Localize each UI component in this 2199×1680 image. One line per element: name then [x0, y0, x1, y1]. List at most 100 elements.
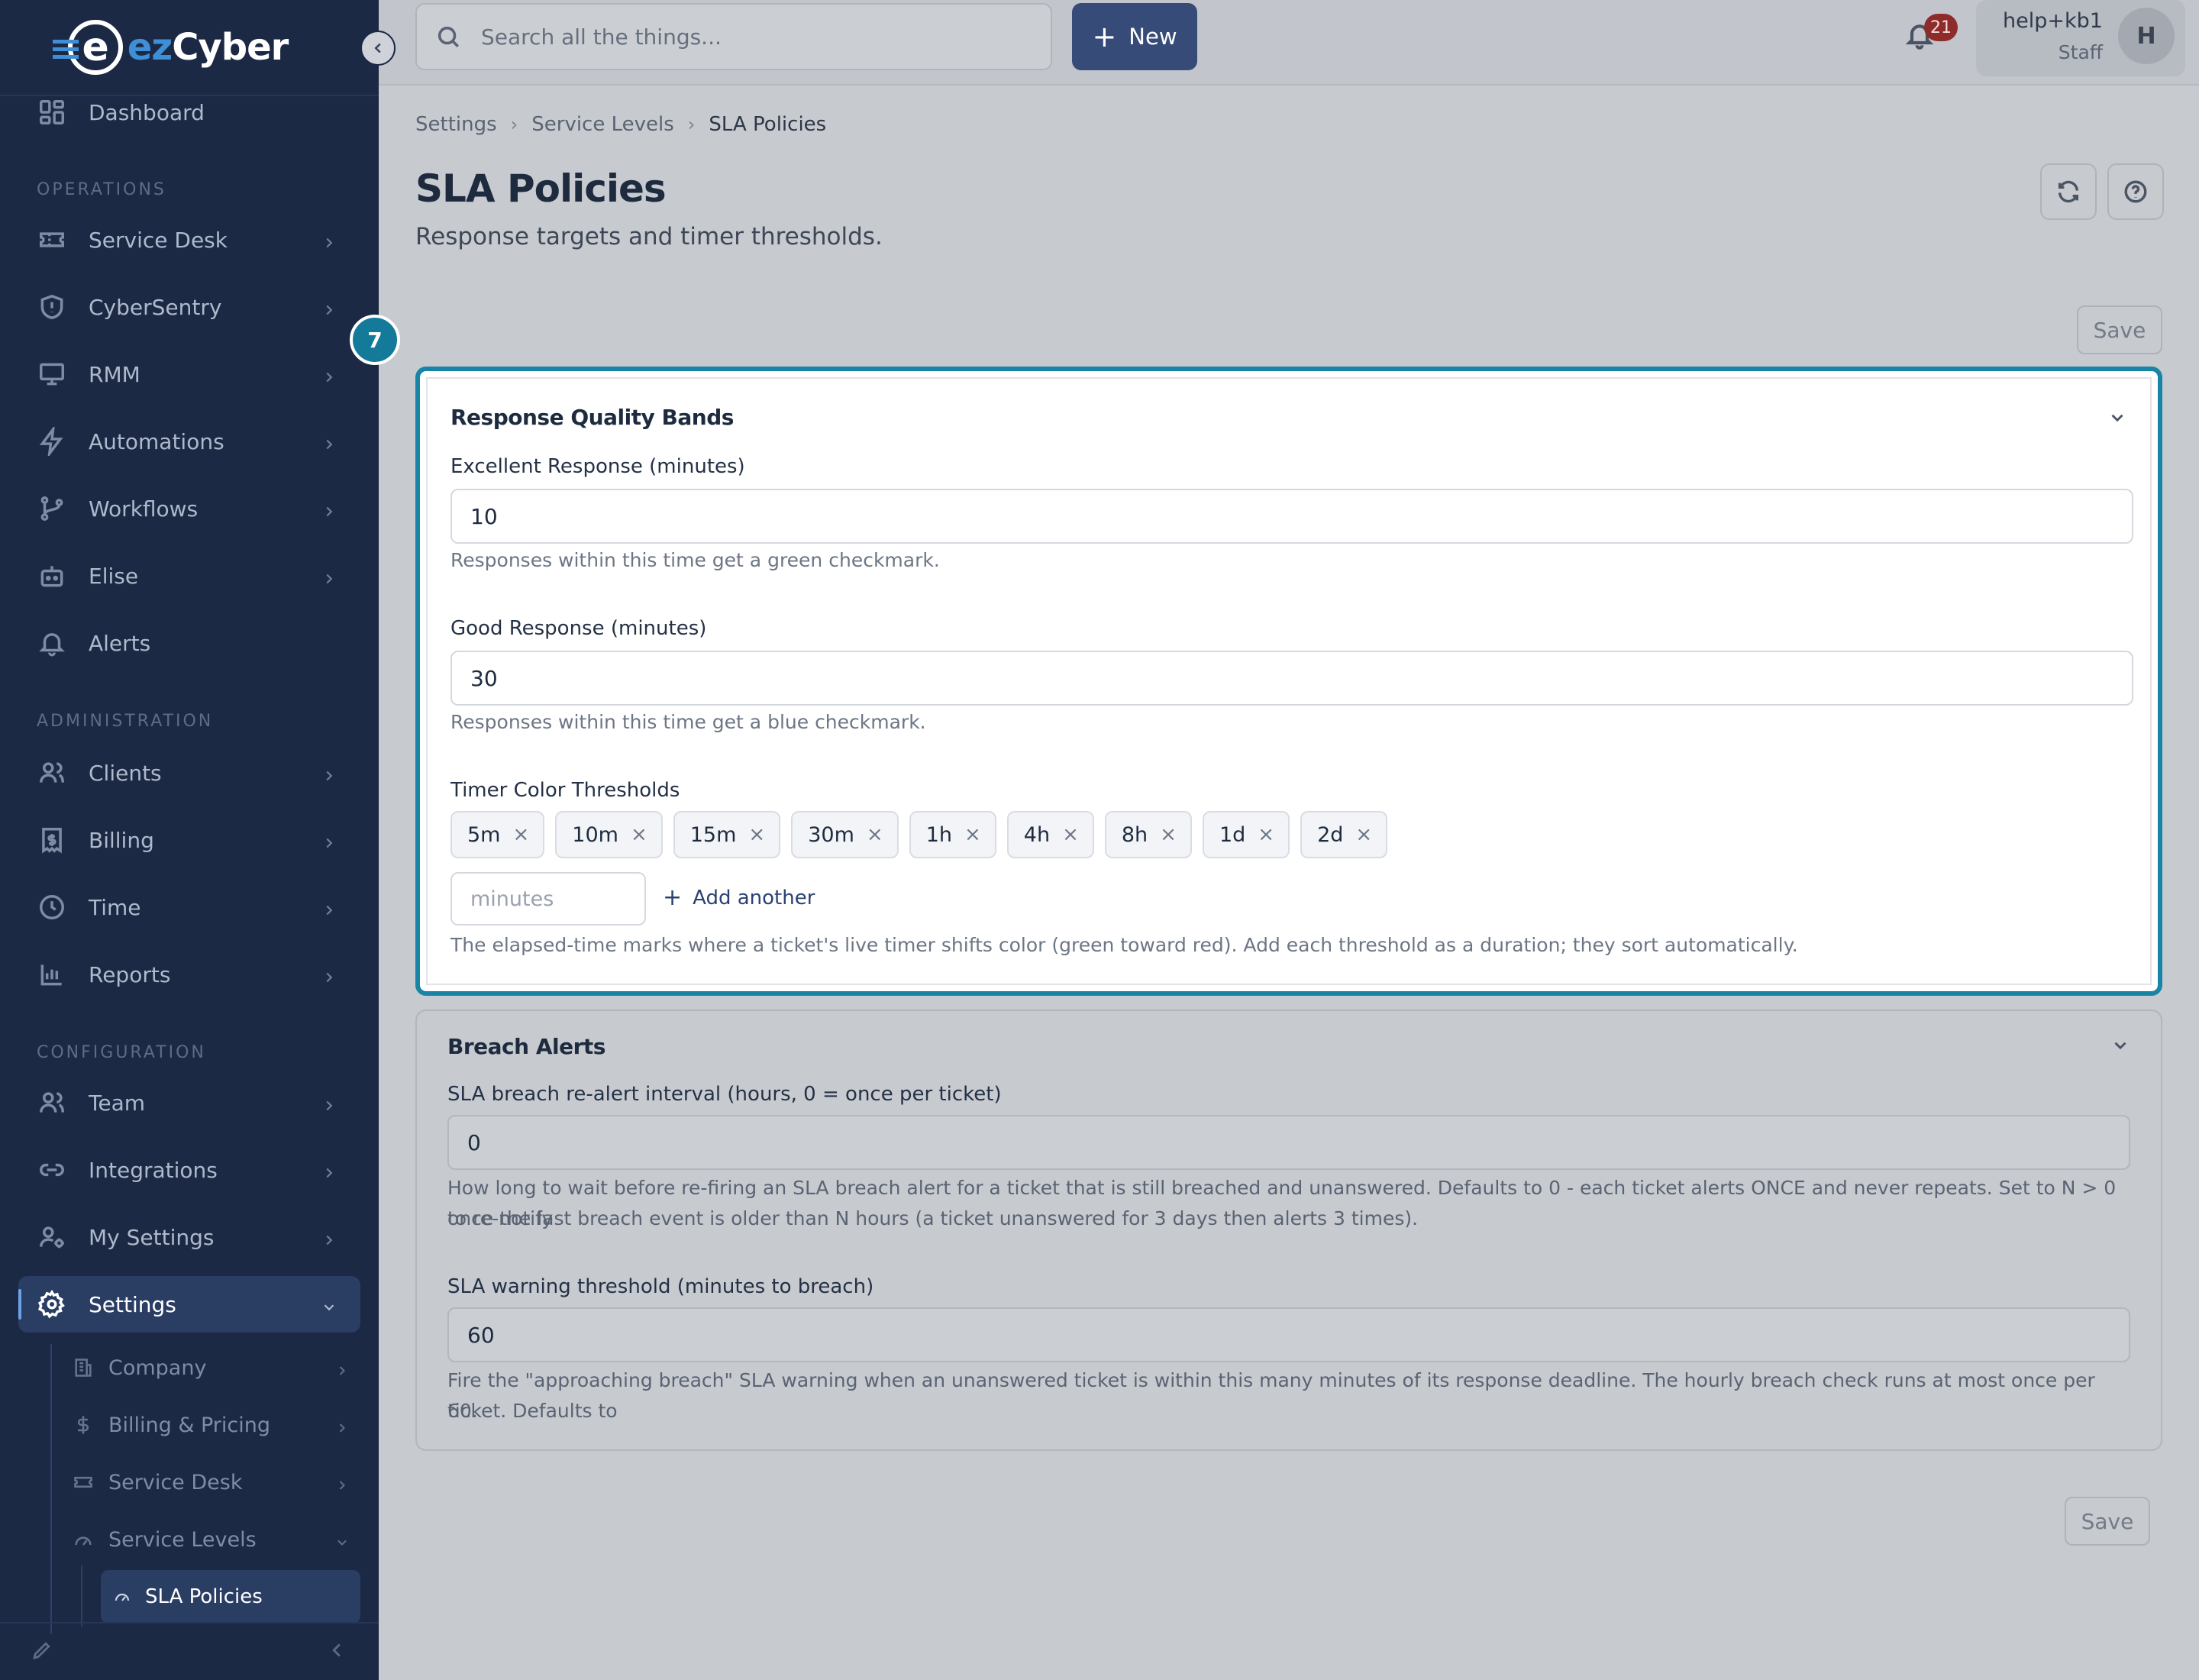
threshold-chip: 1d ×	[1202, 811, 1290, 858]
threshold-chip: 10m ×	[555, 811, 663, 858]
chevron-right-icon	[321, 231, 337, 248]
sidebar-item-my-settings[interactable]: My Settings	[18, 1209, 360, 1265]
chevron-right-icon	[321, 966, 337, 983]
sidebar-item-alerts[interactable]: Alerts	[18, 615, 360, 671]
breadcrumb-link-settings[interactable]: Settings	[415, 113, 497, 136]
search-input[interactable]	[481, 24, 1016, 50]
chevron-left-icon	[374, 43, 381, 53]
ticket-icon	[72, 1471, 95, 1494]
excellent-response-input[interactable]	[450, 489, 2133, 544]
topbar: + New 21 help+kb1 Staff H	[379, 0, 2199, 86]
sidebar-subitem-label: Service Desk	[108, 1470, 243, 1494]
sidebar-item-integrations[interactable]: Integrations	[18, 1142, 360, 1198]
chevron-right-icon	[321, 299, 337, 315]
save-button-top[interactable]: Save	[2077, 305, 2162, 354]
page-title: SLA Policies	[415, 166, 667, 211]
chevron-right-icon	[321, 1229, 337, 1245]
sidebar-item-team[interactable]: Team	[18, 1074, 360, 1131]
help-button[interactable]	[2107, 163, 2164, 220]
realert-interval-label: SLA breach re-alert interval (hours, 0 =…	[447, 1083, 1002, 1106]
warning-threshold-input[interactable]	[447, 1307, 2130, 1362]
chip-label: 4h	[1023, 822, 1051, 847]
breadcrumb-current: SLA Policies	[709, 113, 827, 136]
link-icon	[37, 1155, 67, 1185]
chip-label: 15m	[689, 822, 737, 847]
sidebar-item-workflows[interactable]: Workflows	[18, 480, 360, 537]
active-indicator	[18, 1289, 21, 1320]
close-icon[interactable]: ×	[1160, 823, 1177, 846]
realert-interval-input[interactable]	[447, 1115, 2130, 1170]
sidebar-subitem-service-desk[interactable]: Service Desk	[64, 1456, 360, 1508]
chevron-right-icon	[321, 764, 337, 781]
sidebar-collapse-button[interactable]	[360, 31, 396, 66]
chevron-down-icon[interactable]	[2107, 408, 2127, 428]
refresh-icon	[2058, 180, 2079, 203]
good-response-input[interactable]	[450, 651, 2133, 706]
close-icon[interactable]: ×	[631, 823, 647, 846]
sidebar-item-settings[interactable]: Settings	[18, 1276, 360, 1333]
sidebar-subitem-label: Company	[108, 1355, 207, 1380]
plus-icon: +	[1092, 20, 1117, 53]
close-icon[interactable]: ×	[1355, 823, 1372, 846]
sidebar-item-label: RMM	[89, 361, 140, 387]
close-icon[interactable]: ×	[867, 823, 883, 846]
refresh-button[interactable]	[2040, 163, 2097, 220]
search-box[interactable]	[415, 3, 1052, 70]
sidebar-item-cybersentry[interactable]: CyberSentry	[18, 279, 360, 335]
new-button-label: New	[1129, 24, 1177, 50]
threshold-chip: 15m ×	[673, 811, 781, 858]
sidebar-subitem-company[interactable]: Company	[64, 1342, 360, 1394]
logo-text: Cyber	[172, 26, 289, 69]
breadcrumb-link-service-levels[interactable]: Service Levels	[531, 113, 674, 136]
edit-icon[interactable]	[31, 1639, 53, 1665]
close-icon[interactable]: ×	[1062, 823, 1079, 846]
user-menu[interactable]: help+kb1 Staff H	[1976, 0, 2185, 76]
sidebar-item-reports[interactable]: Reports	[18, 946, 360, 1003]
collapse-left-icon[interactable]	[325, 1639, 348, 1665]
close-icon[interactable]: ×	[512, 823, 529, 846]
sidebar-subitem-service-levels[interactable]: Service Levels	[64, 1514, 360, 1565]
sidebar-item-label: Time	[89, 894, 141, 920]
chevron-right-icon	[321, 1094, 337, 1111]
warning-threshold-label: SLA warning threshold (minutes to breach…	[447, 1275, 874, 1298]
sidebar-subitem-billing-pricing[interactable]: Billing & Pricing	[64, 1399, 360, 1451]
close-icon[interactable]: ×	[964, 823, 981, 846]
close-icon[interactable]: ×	[748, 823, 765, 846]
new-button[interactable]: + New	[1072, 3, 1197, 70]
chevron-right-icon	[321, 899, 337, 916]
sidebar-leaf-sla-policies[interactable]: SLA Policies	[101, 1570, 360, 1623]
sidebar-item-dashboard[interactable]: Dashboard	[18, 84, 360, 141]
page-subtitle: Response targets and timer thresholds.	[415, 223, 883, 250]
sidebar-item-label: Service Desk	[89, 227, 228, 253]
sidebar-item-automations[interactable]: Automations	[18, 413, 360, 470]
card-title: Breach Alerts	[447, 1034, 605, 1059]
sidebar-item-clients[interactable]: Clients	[18, 745, 360, 801]
logo[interactable]: e ez Cyber	[52, 20, 289, 75]
building-icon	[72, 1356, 95, 1379]
close-icon[interactable]: ×	[1258, 823, 1274, 846]
save-button-bottom[interactable]: Save	[2065, 1497, 2150, 1546]
sidebar-item-label: CyberSentry	[89, 294, 222, 320]
card-title: Response Quality Bands	[450, 405, 734, 430]
dollar-icon	[72, 1413, 95, 1436]
dashboard-icon	[37, 97, 67, 128]
response-quality-bands-card: Response Quality Bands Excellent Respons…	[415, 367, 2162, 996]
timer-thresholds-label: Timer Color Thresholds	[450, 779, 680, 802]
realert-interval-help-line-2: once the last breach event is older than…	[447, 1207, 1419, 1229]
sidebar-item-rmm[interactable]: RMM	[18, 346, 360, 402]
clock-icon	[37, 892, 67, 922]
sidebar-item-label: Billing	[89, 827, 154, 853]
sidebar-item-time[interactable]: Time	[18, 879, 360, 935]
tree-line	[81, 1565, 82, 1627]
sidebar-item-service-desk[interactable]: Service Desk	[18, 212, 360, 268]
user-cog-icon	[37, 1222, 67, 1252]
threshold-minutes-input[interactable]	[450, 872, 646, 926]
sidebar-item-label: Alerts	[89, 630, 151, 656]
sidebar-item-billing[interactable]: Billing	[18, 812, 360, 868]
sidebar-item-elise[interactable]: Elise	[18, 548, 360, 604]
sidebar: e ez Cyber Dashboard OPERATIONS Service …	[0, 0, 379, 1680]
ticket-icon	[37, 225, 67, 255]
threshold-chip: 2d ×	[1300, 811, 1388, 858]
add-another-button[interactable]: + Add another	[663, 884, 815, 911]
chevron-down-icon[interactable]	[2110, 1035, 2130, 1055]
